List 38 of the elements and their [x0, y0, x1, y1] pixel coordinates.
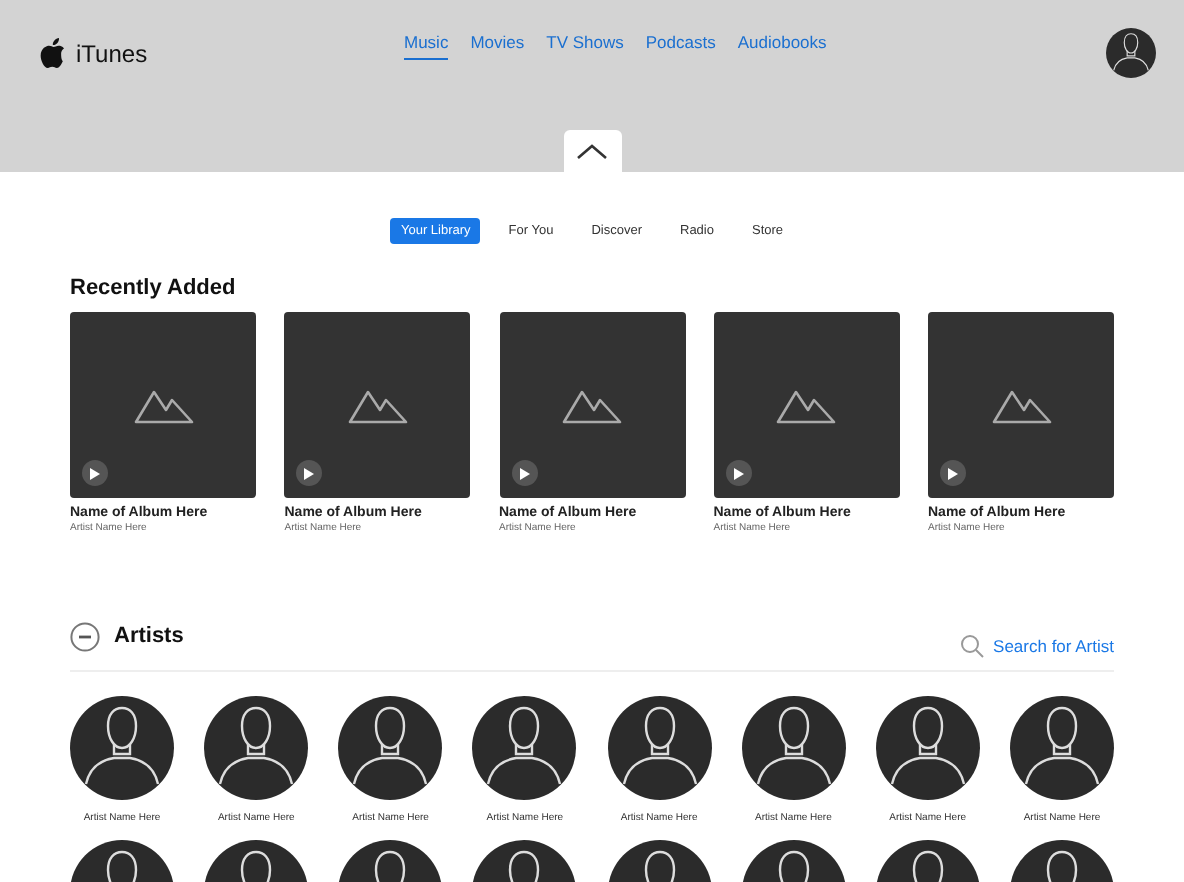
profile-avatar-icon	[1106, 28, 1156, 78]
chevron-up-icon	[576, 143, 608, 159]
collapse-minus-icon[interactable]	[70, 621, 100, 651]
nav-tab[interactable]: Audiobooks	[737, 31, 827, 59]
nav-tab[interactable]: Podcasts	[645, 31, 716, 59]
play-icon	[519, 467, 529, 479]
play-icon	[733, 467, 744, 479]
search-icon[interactable]	[959, 634, 984, 658]
artist-avatar-icon	[607, 696, 712, 800]
image-icon	[347, 387, 408, 423]
play-icon	[90, 467, 100, 479]
artist-avatar-icon	[875, 696, 980, 800]
artist-avatar-icon	[741, 696, 846, 800]
image-icon	[991, 387, 1051, 423]
nav-tab[interactable]: TV Shows	[546, 31, 624, 59]
artist-avatar-icon	[338, 696, 443, 800]
play-button[interactable]	[82, 460, 108, 486]
play-button[interactable]	[725, 460, 752, 486]
artist-avatar-icon	[472, 696, 577, 800]
image-icon	[562, 387, 622, 423]
artist-avatar-icon	[204, 696, 309, 800]
section-title: Artists	[114, 624, 186, 648]
collapse-button[interactable]	[563, 130, 621, 172]
play-button[interactable]	[296, 460, 323, 486]
artist-avatar-icon	[70, 696, 174, 800]
image-icon	[133, 387, 193, 423]
nav-tab[interactable]: Music	[404, 31, 449, 59]
image-icon	[776, 387, 837, 423]
play-icon	[948, 467, 958, 479]
section-title: Recently Added	[70, 276, 238, 300]
play-icon	[304, 467, 315, 479]
nav-tab[interactable]: Movies	[470, 31, 525, 59]
search-artist-link[interactable]: Search for Artist	[993, 636, 1114, 656]
play-button[interactable]	[940, 460, 966, 486]
apple-logo-icon	[40, 38, 66, 68]
play-button[interactable]	[511, 460, 537, 486]
app-name: iTunes	[76, 39, 148, 67]
artist-avatar-icon	[1009, 696, 1114, 800]
